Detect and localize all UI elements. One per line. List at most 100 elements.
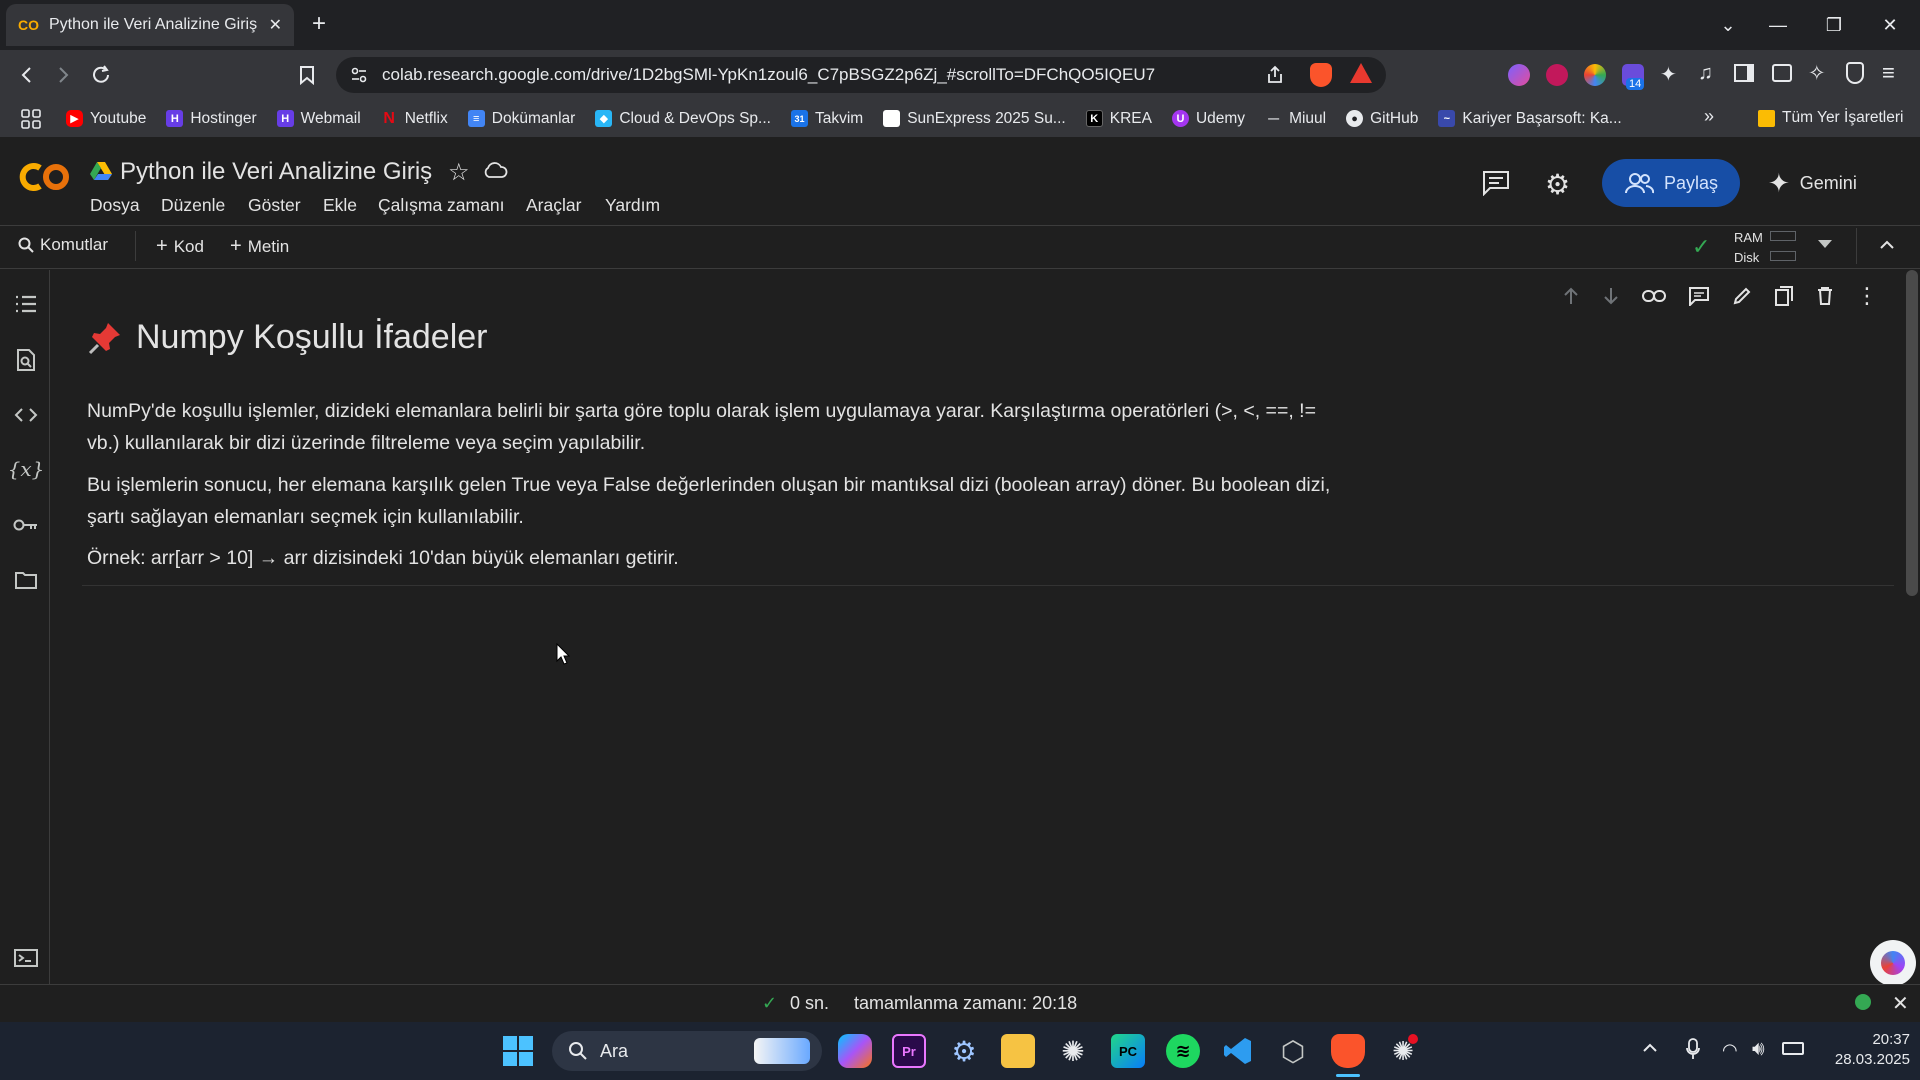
bookmark-sunexpress[interactable]: SunExpress 2025 Su... (883, 110, 1066, 128)
colab-logo-icon[interactable] (18, 160, 72, 194)
unity-hub-icon[interactable]: ⬡ (1276, 1034, 1310, 1068)
table-of-contents-icon[interactable] (12, 290, 40, 318)
menu-duzenle[interactable]: Düzenle (161, 195, 225, 216)
menu-araclar[interactable]: Araçlar (526, 195, 581, 216)
sidebar-toggle-icon[interactable] (1734, 64, 1754, 82)
minimize-icon[interactable]: — (1750, 0, 1806, 50)
brave-rewards-icon[interactable] (1350, 63, 1372, 83)
file-explorer-icon[interactable] (1001, 1034, 1035, 1068)
menu-ekle[interactable]: Ekle (323, 195, 357, 216)
copilot-icon[interactable] (838, 1034, 872, 1068)
premiere-pro-icon[interactable]: Pr (892, 1034, 926, 1068)
code-snippets-icon[interactable] (12, 401, 40, 429)
extension-1-icon[interactable] (1508, 64, 1530, 86)
bookmark-youtube[interactable]: ▶ Youtube (66, 110, 146, 128)
resource-monitor[interactable]: RAM Disk (1734, 228, 1763, 268)
extension-3-icon[interactable] (1584, 64, 1606, 86)
gemini-floating-button[interactable] (1870, 940, 1916, 986)
battery-icon[interactable] (1782, 1042, 1804, 1055)
browser-menu-icon[interactable]: ≡ (1882, 60, 1895, 86)
tab-search-chevron-icon[interactable]: ⌄ (1700, 0, 1756, 50)
spotify-icon[interactable]: ≋ (1166, 1034, 1200, 1068)
bookmark-cloud-devops[interactable]: ◆ Cloud & DevOps Sp... (595, 110, 771, 128)
copy-link-icon[interactable] (1642, 289, 1666, 303)
window-close-icon[interactable]: ✕ (1862, 0, 1918, 50)
settings-app-icon[interactable]: ⚙ (947, 1034, 981, 1068)
cell-heading-text: Numpy Koşullu İfadeler (136, 318, 488, 356)
pycharm-icon[interactable]: PC (1111, 1034, 1145, 1068)
edit-pencil-icon[interactable] (1732, 286, 1752, 306)
mirror-cell-icon[interactable] (1774, 285, 1794, 307)
collapse-header-icon[interactable] (1878, 236, 1896, 254)
menu-yardim[interactable]: Yardım (605, 195, 660, 216)
bookmark-netflix[interactable]: N Netflix (381, 110, 447, 128)
menu-calisma-zamani[interactable]: Çalışma zamanı (378, 195, 504, 216)
brave-browser-icon[interactable] (1331, 1034, 1365, 1068)
bookmark-dokumanlar[interactable]: ≡ Dokümanlar (467, 110, 575, 128)
notebook-scrollbar[interactable] (1906, 270, 1918, 596)
add-code-cell-button[interactable]: + Kod (156, 235, 204, 258)
move-cell-up-icon[interactable] (1562, 286, 1580, 306)
bookmark-kariyer[interactable]: ~ Kariyer Başarsoft: Ka... (1438, 110, 1622, 128)
more-options-icon[interactable]: ⋮ (1856, 285, 1878, 307)
wifi-icon[interactable]: ◠ (1722, 1040, 1738, 1061)
all-bookmarks-folder[interactable]: Tüm Yer İşaretleri (1758, 109, 1903, 127)
commands-button[interactable]: Komutlar (18, 235, 108, 255)
share-page-icon[interactable] (1260, 60, 1290, 90)
taskbar-search[interactable]: Ara (552, 1031, 822, 1071)
bookmark-krea[interactable]: K KREA (1085, 110, 1152, 128)
tab-close-icon[interactable]: ✕ (269, 15, 282, 35)
files-folder-icon[interactable] (12, 566, 40, 594)
bookmark-udemy[interactable]: U Udemy (1171, 110, 1245, 128)
site-settings-icon[interactable] (350, 66, 368, 84)
find-replace-icon[interactable] (12, 346, 40, 374)
reload-icon[interactable] (86, 60, 116, 90)
bookmark-page-icon[interactable] (292, 60, 322, 90)
add-comment-icon[interactable] (1688, 286, 1710, 306)
share-button[interactable]: Paylaş (1602, 159, 1740, 207)
bookmark-webmail[interactable]: H Webmail (276, 110, 361, 128)
menu-goster[interactable]: Göster (248, 195, 301, 216)
runtime-dropdown-icon[interactable] (1818, 240, 1832, 248)
bookmark-github[interactable]: ● GitHub (1346, 110, 1418, 128)
delete-cell-icon[interactable] (1816, 286, 1834, 306)
settings-gear-icon[interactable]: ⚙ (1545, 168, 1570, 201)
secrets-key-icon[interactable] (12, 511, 40, 539)
tray-overflow-icon[interactable] (1642, 1040, 1658, 1056)
restore-icon[interactable]: ❐ (1806, 0, 1862, 50)
windows-start-icon[interactable] (503, 1036, 533, 1066)
browser-tab[interactable]: CO Python ile Veri Analizine Giriş - ✕ (6, 4, 294, 46)
extension-2-icon[interactable] (1546, 64, 1568, 86)
bookmark-miuul[interactable]: — Miuul (1265, 110, 1326, 128)
forward-icon[interactable] (48, 60, 78, 90)
bookmark-takvim[interactable]: 31 Takvim (790, 110, 863, 128)
bookmark-hostinger[interactable]: H Hostinger (166, 110, 257, 128)
close-status-icon[interactable]: ✕ (1892, 991, 1909, 1016)
extensions-puzzle-icon[interactable]: ✦ (1660, 62, 1677, 87)
menu-dosya[interactable]: Dosya (90, 195, 140, 216)
chatgpt-icon[interactable]: ✺ (1056, 1034, 1090, 1068)
media-music-icon[interactable]: ♫ (1698, 62, 1713, 85)
more-bookmarks-icon[interactable]: » (1704, 106, 1714, 127)
comments-icon[interactable] (1482, 170, 1510, 196)
star-icon[interactable]: ☆ (448, 158, 470, 187)
add-text-cell-button[interactable]: + Metin (230, 235, 289, 258)
back-icon[interactable] (12, 60, 42, 90)
wallet-icon[interactable] (1772, 64, 1792, 82)
address-bar[interactable]: colab.research.google.com/drive/1D2bgSMl… (336, 57, 1386, 93)
variables-icon[interactable]: {x} (8, 455, 45, 483)
move-cell-down-icon[interactable] (1602, 286, 1620, 306)
system-clock[interactable]: 20:37 28.03.2025 (1806, 1030, 1910, 1070)
terminal-icon[interactable] (12, 944, 40, 972)
vpn-shield-icon[interactable] (1846, 62, 1864, 84)
volume-icon[interactable]: 🔊︎ (1752, 1038, 1765, 1061)
gemini-button[interactable]: ✦ Gemini (1768, 159, 1888, 207)
new-tab-button[interactable]: + (312, 10, 326, 38)
vscode-icon[interactable] (1221, 1034, 1255, 1068)
brave-shield-icon[interactable] (1310, 63, 1332, 87)
microphone-icon[interactable] (1686, 1038, 1700, 1060)
youtube-icon: ▶ (66, 110, 83, 127)
leo-ai-icon[interactable]: ✧ (1808, 61, 1826, 86)
apps-grid-icon[interactable] (20, 108, 42, 130)
notebook-title[interactable]: Python ile Veri Analizine Giriş (120, 158, 432, 186)
